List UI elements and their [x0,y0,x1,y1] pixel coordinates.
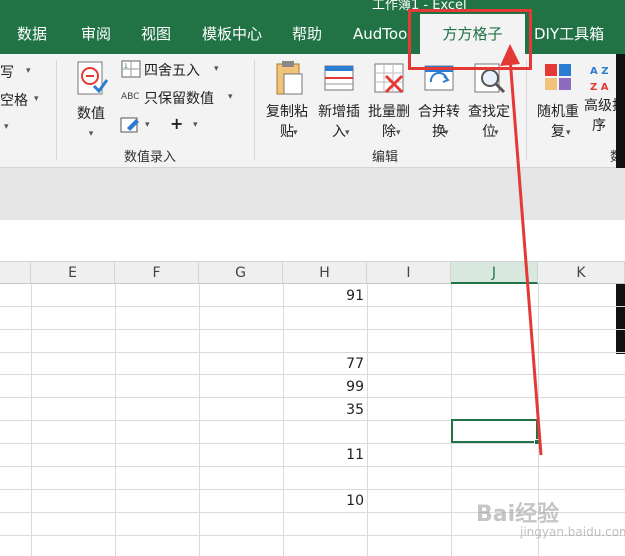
annotation-arrow [500,44,543,456]
watermark-logo: Bai经验 [476,502,560,527]
watermark-url: jingyan.baidu.com [520,525,625,539]
